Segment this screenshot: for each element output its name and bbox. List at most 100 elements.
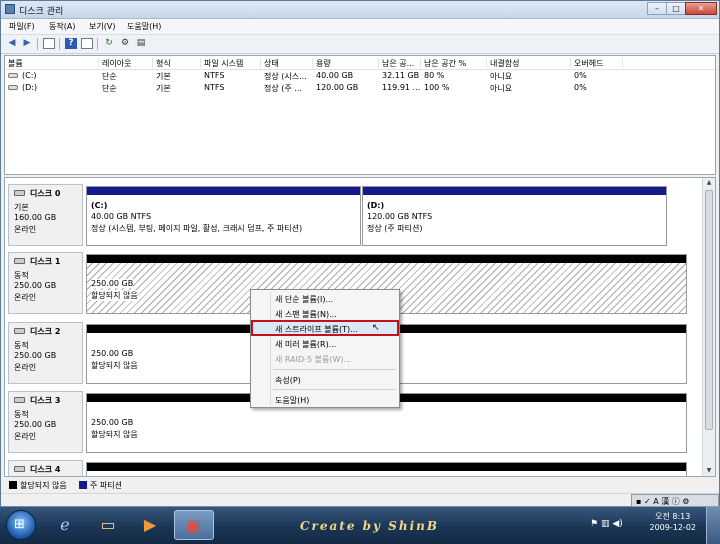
status-cell: 정상 (시스... <box>264 72 307 81</box>
menu-view[interactable]: 보기(V) <box>89 21 115 32</box>
column-header-capacity[interactable]: 용량 <box>313 58 379 68</box>
menu-item-properties[interactable]: 속성(P) <box>275 375 301 386</box>
network-icon[interactable]: ▥ <box>601 519 610 529</box>
disk-type: 기본 <box>14 203 29 212</box>
partition-status: 정상 (시스템, 부팅, 페이지 파일, 활성, 크래시 덤프, 주 파티션) <box>91 224 303 233</box>
volume-row[interactable]: (C:) 단순 기본 NTFS 정상 (시스... 40.00 GB 32.11… <box>5 70 715 82</box>
primary-partition-bar <box>87 187 360 195</box>
show-desktop-button[interactable] <box>706 507 720 544</box>
volume-cell: (C:) <box>22 71 37 80</box>
forward-icon[interactable]: ▶ <box>21 38 33 49</box>
flag-icon[interactable]: ⚑ <box>590 519 598 529</box>
disk-type: 동적 <box>14 410 29 419</box>
partition-label: (D:) <box>367 201 385 210</box>
filesystem-cell: NTFS <box>204 83 225 92</box>
column-header-volume[interactable]: 볼륨 <box>5 58 99 68</box>
volume-row[interactable]: (D:) 단순 기본 NTFS 정상 (주 ... 120.00 GB 119.… <box>5 82 715 94</box>
title-bar[interactable]: 디스크 관리 – □ ✕ <box>1 1 719 19</box>
menu-action[interactable]: 동작(A) <box>49 21 75 32</box>
status-cell: 정상 (주 ... <box>264 84 302 93</box>
console-tree-icon[interactable] <box>43 38 55 49</box>
partition-status: 정상 (주 파티션) <box>367 224 423 233</box>
type-cell: 기본 <box>156 84 171 93</box>
column-header-status[interactable]: 상태 <box>261 58 313 68</box>
disk-name: 디스크 2 <box>30 327 61 336</box>
scroll-down-icon[interactable]: ▼ <box>703 466 715 476</box>
scroll-up-icon[interactable]: ▲ <box>703 178 715 188</box>
minimize-button[interactable]: – <box>647 2 667 15</box>
column-header-filesystem[interactable]: 파일 시스템 <box>201 58 261 68</box>
disk-1-label[interactable]: 디스크 1 동적 250.00 GB 온라인 <box>8 252 83 314</box>
scrollbar-thumb[interactable] <box>705 190 713 430</box>
internet-explorer-icon[interactable]: ℯ <box>45 510 85 540</box>
hard-disk-icon <box>14 328 25 334</box>
disk-status: 온라인 <box>14 432 37 441</box>
volume-cell: (D:) <box>22 83 38 92</box>
column-header-free-percent[interactable]: 남은 공간 % <box>421 58 487 68</box>
volume-list[interactable]: 볼륨 레이아웃 형식 파일 시스템 상태 용량 남은 공... 남은 공간 % … <box>4 55 716 175</box>
unallocated-bar <box>87 463 686 471</box>
window-controls: – □ ✕ <box>647 2 717 16</box>
maximize-button[interactable]: □ <box>666 2 686 15</box>
connect-icon[interactable]: ⚙ <box>119 38 131 49</box>
free-percent-cell: 80 % <box>424 71 445 80</box>
disk-0-label[interactable]: 디스크 0 기본 160.00 GB 온라인 <box>8 184 83 246</box>
overhead-cell: 0% <box>574 83 587 92</box>
legend-swatch-unallocated <box>9 481 17 489</box>
fault-tolerance-cell: 아니요 <box>490 84 513 93</box>
help-icon[interactable]: ? <box>65 38 77 49</box>
language-icon[interactable]: ▪ ✓ A 漢 ⓘ ⚙ <box>636 496 689 507</box>
toolbar-divider <box>97 38 98 50</box>
menu-item-help[interactable]: 도움말(H) <box>275 395 309 406</box>
back-icon[interactable]: ◀ <box>6 38 18 49</box>
clock-time: 오전 8:13 <box>655 512 691 521</box>
disk-4-label[interactable]: 디스크 4 동적 <box>8 460 83 476</box>
system-tray: ⚑ ▥ ◀) <box>590 519 623 529</box>
media-player-icon[interactable]: ▶ <box>130 510 170 540</box>
column-header-type[interactable]: 형식 <box>153 58 201 68</box>
menu-file[interactable]: 파일(F) <box>9 21 35 32</box>
column-header-fault-tolerance[interactable]: 내결함성 <box>487 58 571 68</box>
unallocated-region-disk-4[interactable] <box>86 462 687 476</box>
partition-c[interactable]: (C:) 40.00 GB NTFS 정상 (시스템, 부팅, 페이지 파일, … <box>86 186 361 246</box>
file-explorer-icon[interactable]: ▭ <box>88 510 128 540</box>
free-space-cell: 32.11 GB <box>382 71 420 80</box>
disk-size: 160.00 GB <box>14 213 57 222</box>
volume-icon[interactable]: ◀) <box>612 519 622 529</box>
refresh-icon[interactable]: ↻ <box>103 38 115 49</box>
menu-item-new-raid5-volume: 새 RAID-5 볼륨(W)... <box>275 355 352 364</box>
partition-size: 40.00 GB NTFS <box>91 212 152 221</box>
menu-help[interactable]: 도움말(H) <box>127 21 161 32</box>
menu-item-new-mirrored-volume[interactable]: 새 미러 볼륨(R)... <box>275 339 336 350</box>
disk-3-label[interactable]: 디스크 3 동적 250.00 GB 온라인 <box>8 391 83 453</box>
column-header-overhead[interactable]: 오버헤드 <box>571 58 623 68</box>
status-bar <box>1 493 719 506</box>
disk-type: 동적 <box>14 271 29 280</box>
taskbar: ▪ ✓ A 漢 ⓘ ⚙ ⊞ ℯ ▭ ▶ ▣ Create by ShinB ⚑ … <box>0 494 720 544</box>
drive-icon <box>8 85 18 90</box>
close-button[interactable]: ✕ <box>685 2 717 15</box>
menu-item-new-spanned-volume[interactable]: 새 스팬 볼륨(N)... <box>275 309 337 320</box>
menu-item-new-striped-volume[interactable]: 새 스트라이프 볼륨(T)... <box>275 324 358 335</box>
toolbar-divider <box>59 38 60 50</box>
column-header-layout[interactable]: 레이아웃 <box>99 58 153 68</box>
legend-label-unallocated: 할당되지 않음 <box>20 481 67 490</box>
properties-icon[interactable]: ▤ <box>135 38 147 49</box>
menu-separator <box>273 389 396 390</box>
computer-management-icon[interactable]: ▣ <box>174 510 214 540</box>
language-bar[interactable]: ▪ ✓ A 漢 ⓘ ⚙ <box>631 494 719 507</box>
disk-name: 디스크 4 <box>30 465 61 474</box>
start-button[interactable]: ⊞ <box>6 510 36 540</box>
clock[interactable]: 오전 8:13 2009-12-02 <box>650 511 697 533</box>
menu-item-new-simple-volume[interactable]: 새 단순 볼륨(I)... <box>275 294 333 305</box>
disk-2-label[interactable]: 디스크 2 동적 250.00 GB 온라인 <box>8 322 83 384</box>
column-header-free-space[interactable]: 남은 공... <box>379 58 421 68</box>
disk-name: 디스크 0 <box>30 189 61 198</box>
primary-partition-bar <box>363 187 666 195</box>
show-pane-icon[interactable] <box>81 38 93 49</box>
vertical-scrollbar[interactable]: ▲ ▼ <box>702 178 715 476</box>
legend-swatch-primary <box>79 481 87 489</box>
hard-disk-icon <box>14 397 25 403</box>
partition-status: 할당되지 않음 <box>91 361 138 370</box>
partition-d[interactable]: (D:) 120.00 GB NTFS 정상 (주 파티션) <box>362 186 667 246</box>
